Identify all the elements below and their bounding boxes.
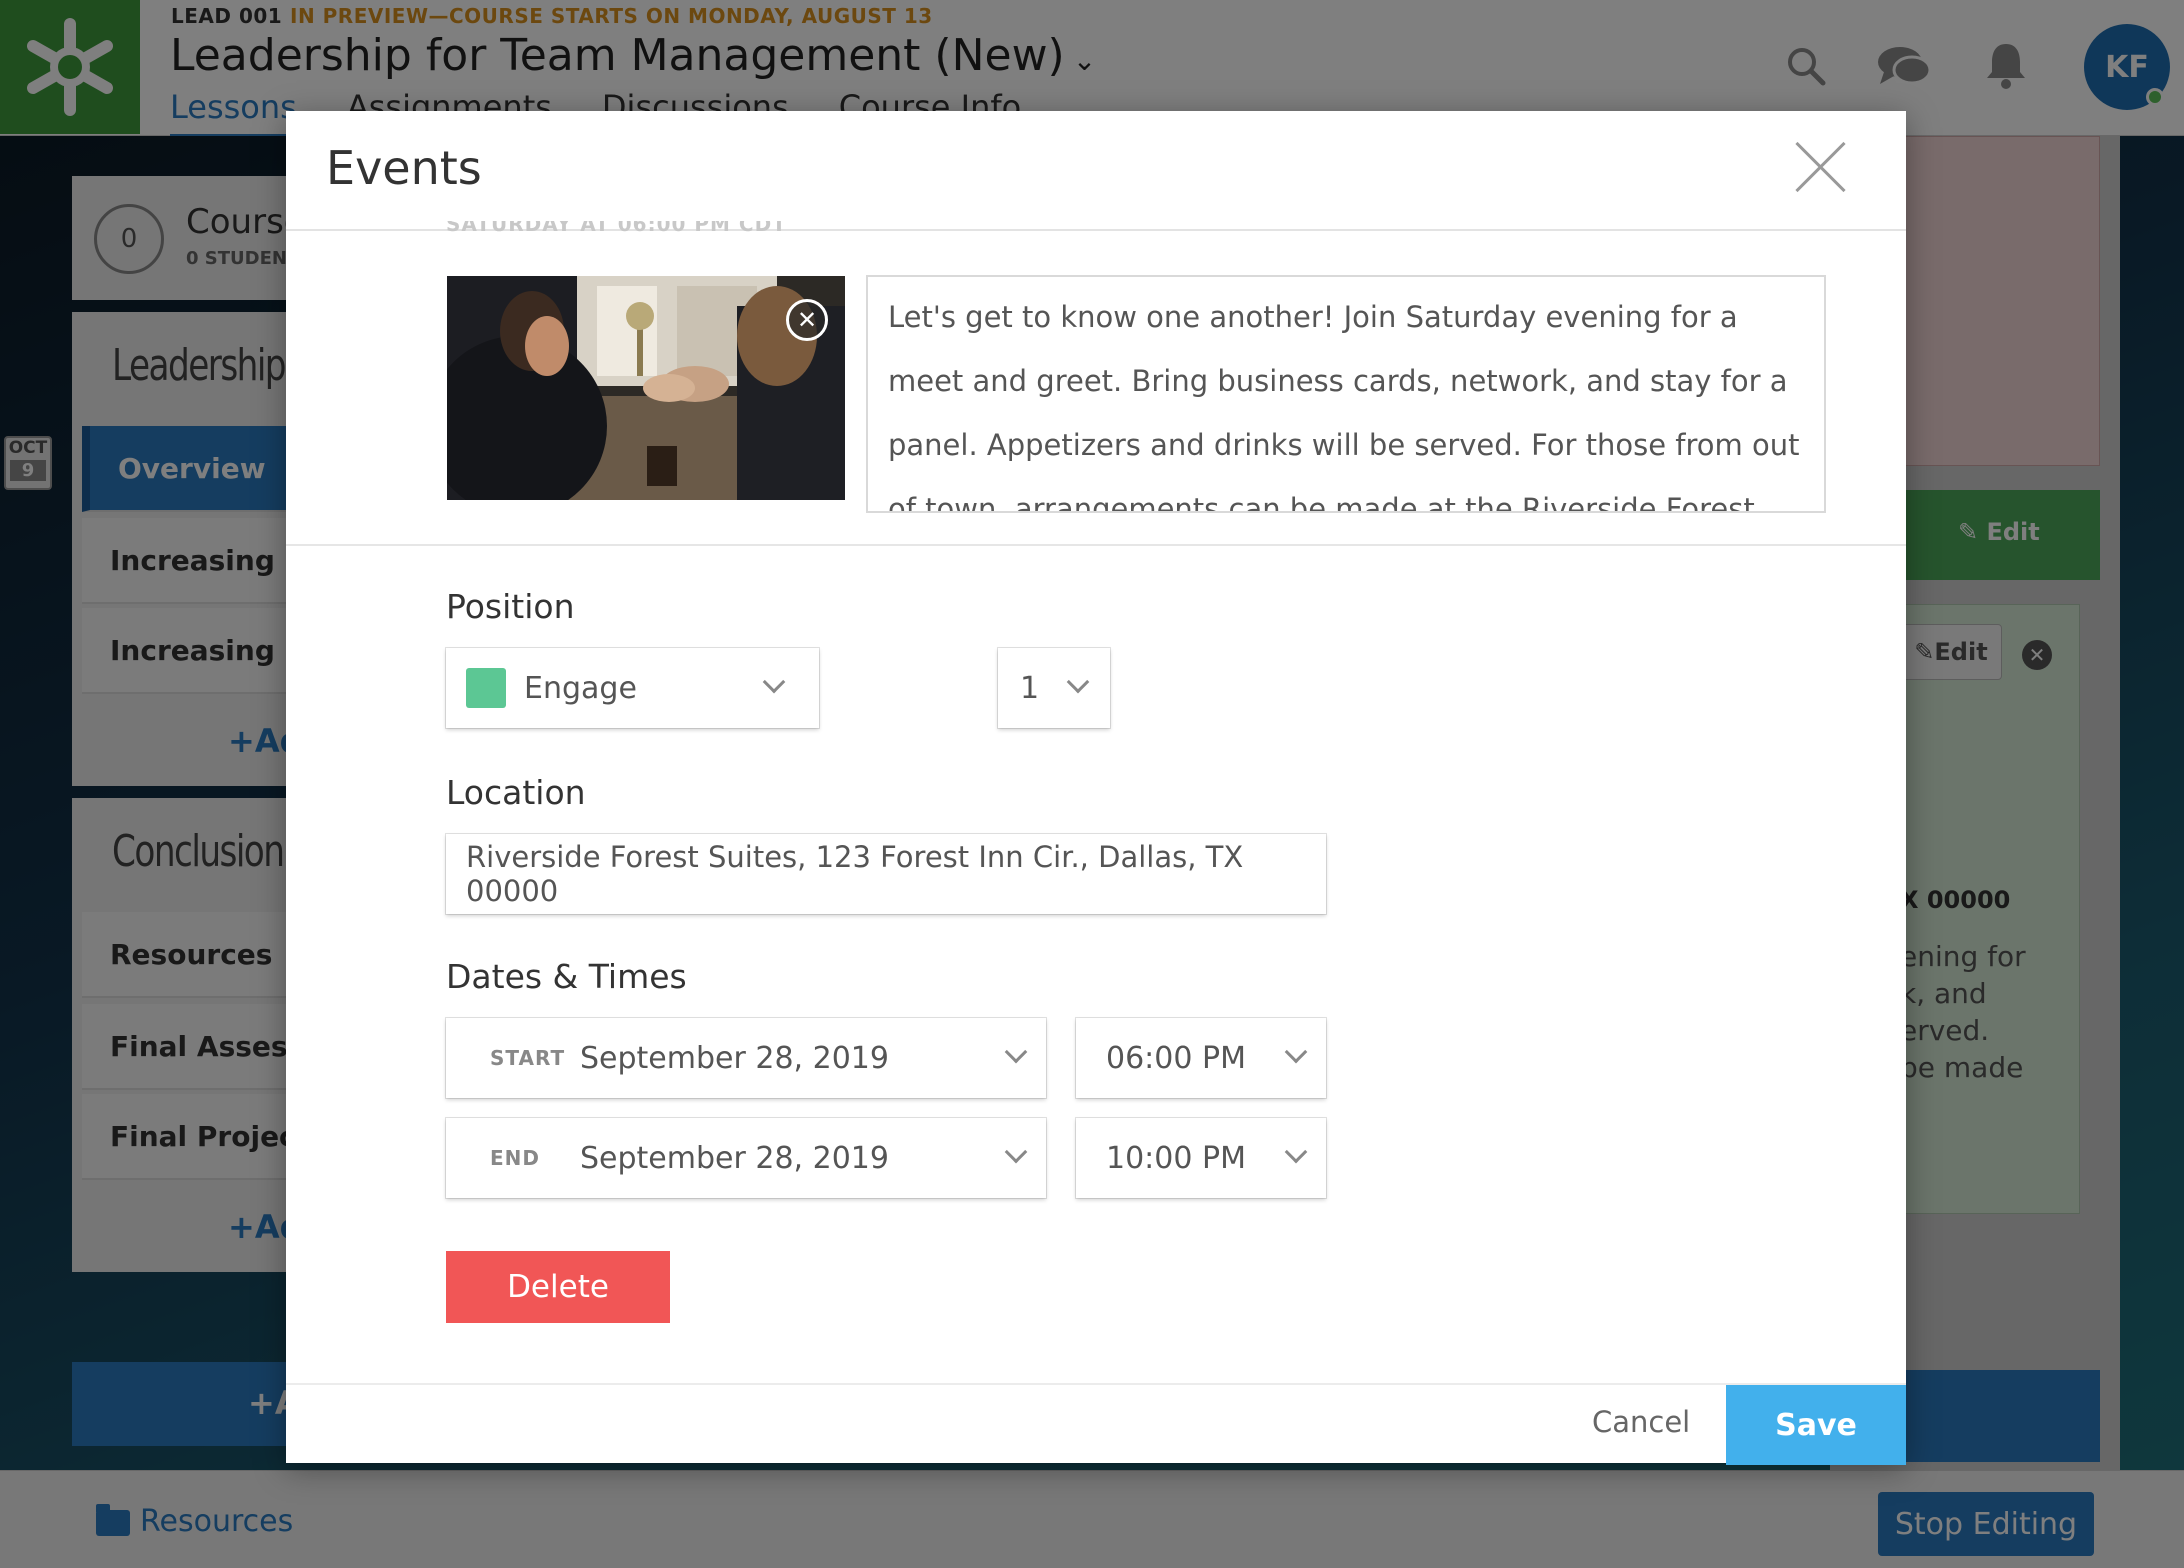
save-button[interactable]: Save (1726, 1385, 1906, 1465)
position-number-select[interactable]: 1 (998, 648, 1110, 728)
description-text: Let's get to know one another! Join Satu… (888, 300, 1800, 513)
chevron-down-icon (1066, 670, 1090, 694)
modal-title: Events (326, 141, 482, 195)
cancel-button[interactable]: Cancel (1592, 1405, 1690, 1439)
location-label: Location (446, 773, 586, 812)
event-date-caption: SATURDAY AT 06:00 PM CDT (446, 221, 787, 235)
end-time-select[interactable]: 10:00 PM (1076, 1118, 1326, 1198)
start-time-select[interactable]: 06:00 PM (1076, 1018, 1326, 1098)
start-date-value: September 28, 2019 (580, 1040, 889, 1076)
chevron-down-icon (1004, 1040, 1028, 1064)
end-date-select[interactable]: END September 28, 2019 (446, 1118, 1046, 1198)
location-input[interactable]: Riverside Forest Suites, 123 Forest Inn … (446, 834, 1326, 914)
start-prefix: START (490, 1046, 566, 1070)
close-icon[interactable] (1792, 139, 1848, 195)
start-time-value: 06:00 PM (1106, 1040, 1246, 1076)
dates-times-label: Dates & Times (446, 957, 687, 996)
position-select[interactable]: Engage (446, 648, 819, 728)
color-swatch (466, 668, 506, 708)
end-prefix: END (490, 1146, 541, 1170)
description-textarea[interactable]: Let's get to know one another! Join Satu… (866, 275, 1826, 513)
modal-footer: Cancel Save (286, 1383, 1906, 1465)
start-date-select[interactable]: START September 28, 2019 (446, 1018, 1046, 1098)
events-modal: Events SATURDAY AT 06:00 PM CDT ✕ Let's … (286, 111, 1906, 1465)
chevron-down-icon (762, 670, 786, 694)
position-value: Engage (524, 670, 637, 706)
position-label: Position (446, 587, 575, 626)
handshake-photo-icon (447, 276, 845, 500)
divider (286, 544, 1906, 546)
remove-image-icon[interactable]: ✕ (786, 299, 828, 341)
delete-button[interactable]: Delete (446, 1251, 670, 1323)
end-date-value: September 28, 2019 (580, 1140, 889, 1176)
modal-header: Events (286, 111, 1906, 231)
event-image (447, 276, 845, 500)
chevron-down-icon (1284, 1040, 1308, 1064)
position-number-value: 1 (1020, 670, 1040, 706)
end-time-value: 10:00 PM (1106, 1140, 1246, 1176)
chevron-down-icon (1284, 1140, 1308, 1164)
chevron-down-icon (1004, 1140, 1028, 1164)
